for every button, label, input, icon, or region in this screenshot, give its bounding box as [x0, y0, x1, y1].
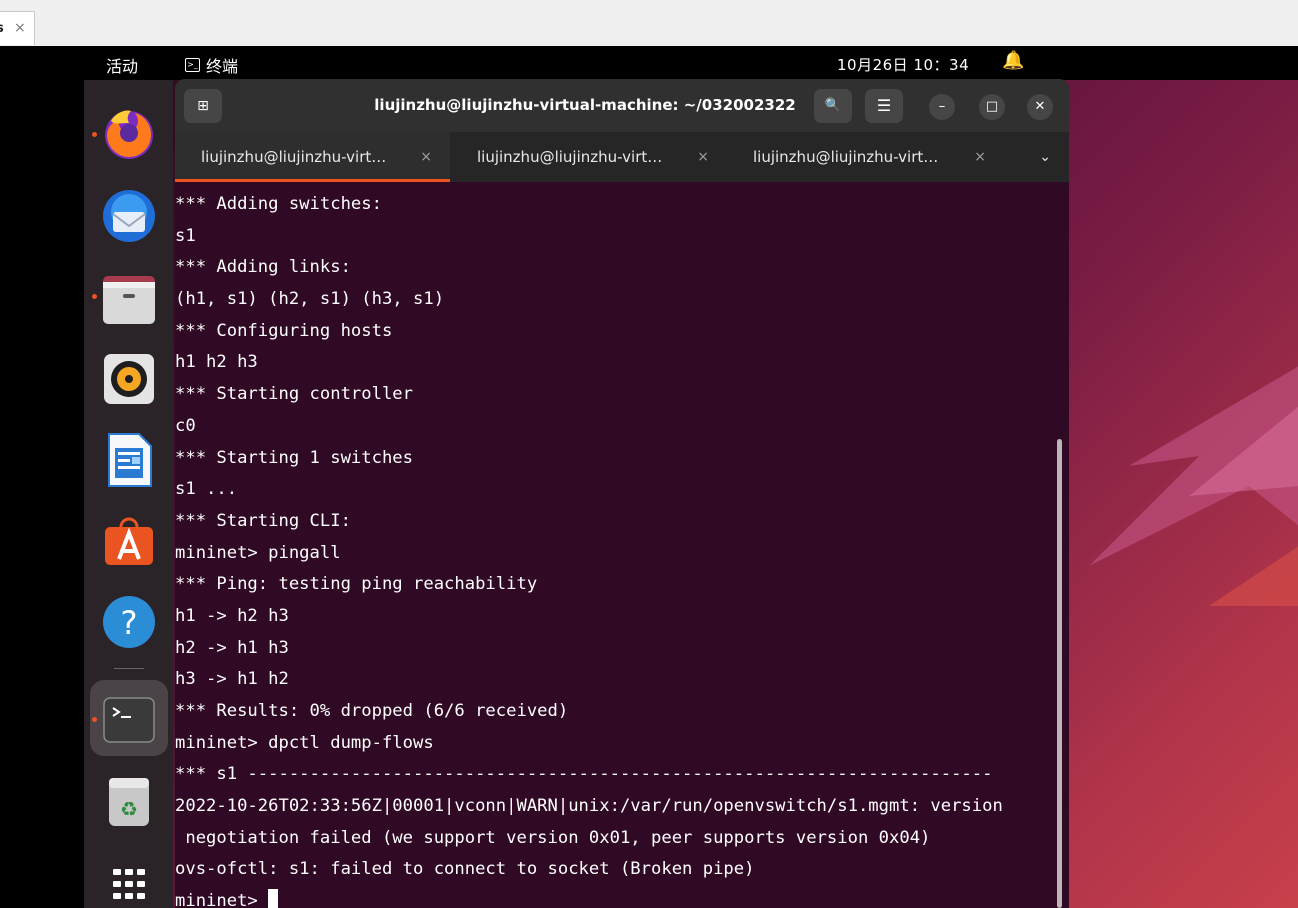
- text-cursor: [268, 889, 279, 908]
- terminal-line: h1 h2 h3: [175, 352, 258, 373]
- terminal-line: *** Configuring hosts: [175, 320, 393, 341]
- svg-text:♻: ♻: [120, 797, 138, 821]
- dock-show-apps[interactable]: [101, 855, 157, 908]
- notification-bell-icon[interactable]: 🔔: [1002, 50, 1024, 71]
- hamburger-menu-icon: ☰: [876, 96, 892, 115]
- help-icon: ?: [103, 596, 155, 648]
- tab-close-icon[interactable]: ×: [697, 132, 709, 182]
- terminal-line: *** Starting controller: [175, 384, 413, 405]
- close-icon: ✕: [1034, 99, 1046, 114]
- new-tab-button[interactable]: ⊞: [184, 89, 222, 123]
- menu-button[interactable]: ☰: [865, 89, 903, 123]
- terminal-line: s1: [175, 225, 196, 246]
- terminal-icon: [103, 697, 155, 743]
- terminal-output[interactable]: *** Adding switches: s1 *** Adding links: (…: [175, 189, 1055, 908]
- dock-firefox[interactable]: [101, 105, 157, 161]
- dock-files[interactable]: [101, 270, 157, 326]
- dock-help[interactable]: ?: [101, 594, 157, 650]
- terminal-line: *** Starting CLI:: [175, 510, 351, 531]
- terminal-tab-1[interactable]: liujinzhu@liujinzhu-virt… ×: [175, 132, 450, 182]
- terminal-line: *** Results: 0% dropped (6/6 received): [175, 701, 569, 721]
- host-tab-title: s: [0, 21, 4, 36]
- active-tab-indicator: [175, 179, 450, 182]
- app-menu-label: 终端: [206, 57, 239, 76]
- top-bar: 活动 >_ 终端 10月26日 10：34 🔔: [84, 46, 1298, 80]
- terminal-line: c0: [175, 415, 196, 436]
- new-tab-icon: ⊞: [197, 98, 209, 114]
- thunderbird-icon: [103, 190, 155, 242]
- host-tab-strip: s ×: [0, 0, 1298, 47]
- running-indicator: [92, 294, 97, 299]
- terminal-app-icon: >_: [185, 58, 200, 72]
- dock-rhythmbox[interactable]: [101, 351, 157, 407]
- minimize-icon: –: [938, 99, 946, 114]
- dock-terminal[interactable]: [101, 692, 157, 748]
- terminal-tab-bar: liujinzhu@liujinzhu-virt… × liujinzhu@li…: [175, 132, 1069, 182]
- vm-screen: 活动 >_ 终端 10月26日 10：34 🔔 ? ♻ ⊞ liujinzhu@…: [0, 46, 1298, 908]
- tab-label: liujinzhu@liujinzhu-virt…: [201, 148, 387, 166]
- terminal-line: *** Adding links:: [175, 257, 351, 278]
- search-button[interactable]: 🔍: [814, 89, 852, 123]
- clock[interactable]: 10月26日 10：34: [837, 54, 969, 75]
- trash-icon: ♻: [109, 778, 149, 826]
- host-tab-close-icon[interactable]: ×: [14, 20, 26, 36]
- app-center-icon: [105, 517, 153, 565]
- terminal-tab-2[interactable]: liujinzhu@liujinzhu-virt… ×: [451, 132, 727, 182]
- host-tab[interactable]: s ×: [0, 11, 35, 45]
- terminal-line: ovs-ofctl: s1: failed to connect to sock…: [175, 859, 755, 880]
- files-icon: [103, 276, 155, 324]
- dock-app-center[interactable]: [101, 513, 157, 569]
- dock: ? ♻: [84, 80, 173, 908]
- running-indicator: [92, 717, 97, 722]
- prompt-line: mininet>: [175, 886, 1055, 908]
- terminal-line: negotiation failed (we support version 0…: [175, 827, 931, 848]
- activities-button[interactable]: 活动: [106, 53, 138, 77]
- terminal-line: *** Starting 1 switches: [175, 447, 413, 468]
- terminal-line: *** Adding switches:: [175, 194, 382, 214]
- terminal-line: h2 -> h1 h3: [175, 637, 289, 658]
- terminal-line: 2022-10-26T02:33:56Z|00001|vconn|WARN|un…: [175, 796, 1003, 817]
- window-title: liujinzhu@liujinzhu-virtual-machine: ~/0…: [374, 96, 796, 114]
- terminal-line: mininet> pingall: [175, 542, 341, 563]
- maximize-button[interactable]: □: [979, 94, 1005, 120]
- dock-thunderbird[interactable]: [101, 188, 157, 244]
- show-apps-icon: [113, 869, 145, 899]
- dock-separator: [114, 668, 144, 669]
- tab-list-chevron-icon[interactable]: ⌄: [1039, 132, 1051, 182]
- running-indicator: [92, 132, 97, 137]
- terminal-line: (h1, s1) (h2, s1) (h3, s1): [175, 289, 445, 310]
- terminal-line: h1 -> h2 h3: [175, 605, 289, 626]
- firefox-icon: [105, 110, 153, 159]
- tab-close-icon[interactable]: ×: [420, 132, 432, 182]
- dock-writer[interactable]: [101, 432, 157, 488]
- wallpaper-shape: [1089, 366, 1298, 606]
- terminal-line: s1 ...: [175, 479, 238, 500]
- terminal-window: ⊞ liujinzhu@liujinzhu-virtual-machine: ~…: [175, 79, 1069, 908]
- scrollbar[interactable]: [1057, 439, 1062, 908]
- dock-trash[interactable]: ♻: [101, 774, 157, 830]
- tab-close-icon[interactable]: ×: [974, 132, 986, 182]
- terminal-tab-3[interactable]: liujinzhu@liujinzhu-virt… ×: [727, 132, 1004, 182]
- close-button[interactable]: ✕: [1027, 94, 1053, 120]
- tab-label: liujinzhu@liujinzhu-virt…: [477, 148, 663, 166]
- terminal-line: *** s1 ---------------------------------…: [175, 764, 993, 785]
- terminal-line: mininet> dpctl dump-flows: [175, 732, 434, 753]
- app-menu[interactable]: >_ 终端: [185, 53, 238, 77]
- svg-text:?: ?: [121, 604, 138, 642]
- terminal-line: *** Ping: testing ping reachability: [175, 574, 538, 595]
- rhythmbox-icon: [104, 354, 154, 404]
- tab-label: liujinzhu@liujinzhu-virt…: [753, 148, 939, 166]
- header-bar: ⊞ liujinzhu@liujinzhu-virtual-machine: ~…: [175, 79, 1069, 132]
- search-icon: 🔍: [824, 98, 842, 113]
- prompt: mininet>: [175, 891, 269, 908]
- minimize-button[interactable]: –: [929, 94, 955, 120]
- terminal-line: h3 -> h1 h2: [175, 669, 289, 690]
- writer-icon: [108, 433, 152, 487]
- maximize-icon: □: [985, 99, 999, 114]
